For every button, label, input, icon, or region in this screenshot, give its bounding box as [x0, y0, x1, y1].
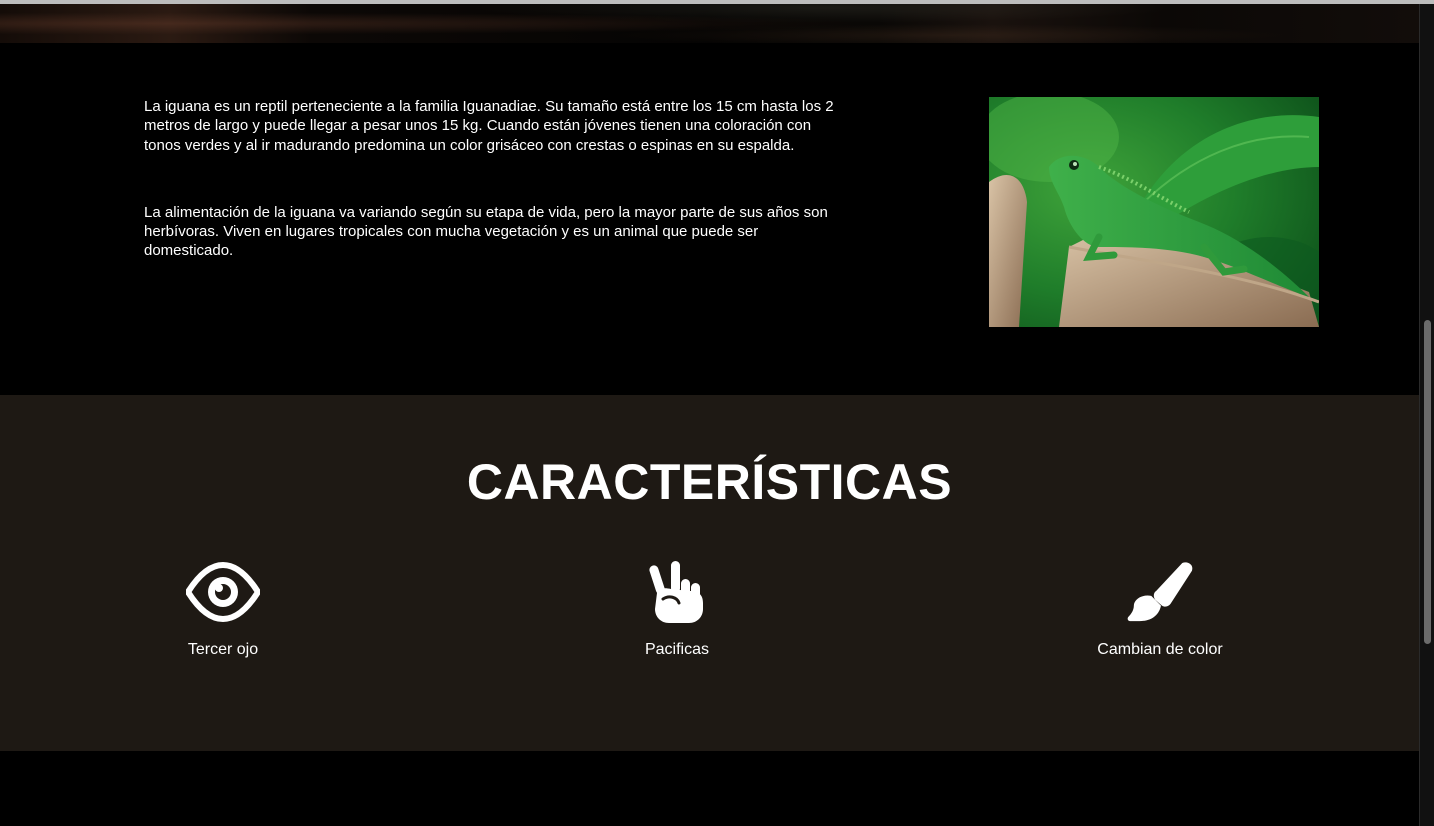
feature-label: Pacificas — [644, 641, 710, 658]
feature-cambian-de-color: Cambian de color — [1050, 561, 1270, 659]
paintbrush-icon — [1127, 562, 1193, 622]
intro-paragraph-2: La alimentación de la iguana va variando… — [144, 203, 828, 260]
footer-area — [0, 751, 1419, 826]
feature-label: Tercer ojo — [187, 641, 259, 658]
page: La iguana es un reptil perteneciente a l… — [0, 4, 1419, 826]
features-section: CARACTERÍSTICAS Tercer ojo Pacificas Cam… — [0, 395, 1419, 751]
intro-text: La iguana es un reptil perteneciente a l… — [144, 97, 844, 309]
feature-pacificas: Pacificas — [567, 561, 787, 659]
scrollbar[interactable] — [1419, 4, 1434, 826]
iguana-photo — [989, 97, 1319, 327]
feature-label: Cambian de color — [1097, 641, 1223, 658]
intro-paragraph-1: La iguana es un reptil perteneciente a l… — [144, 98, 834, 154]
scrollbar-thumb[interactable] — [1424, 320, 1431, 644]
peace-hand-icon — [649, 561, 703, 623]
hero-image-strip — [0, 4, 1419, 43]
intro-section: La iguana es un reptil perteneciente a l… — [0, 43, 1419, 395]
feature-tercer-ojo: Tercer ojo — [113, 561, 333, 659]
iguana-illustration — [989, 97, 1319, 327]
eye-icon — [186, 561, 260, 623]
features-title: CARACTERÍSTICAS — [466, 454, 953, 510]
